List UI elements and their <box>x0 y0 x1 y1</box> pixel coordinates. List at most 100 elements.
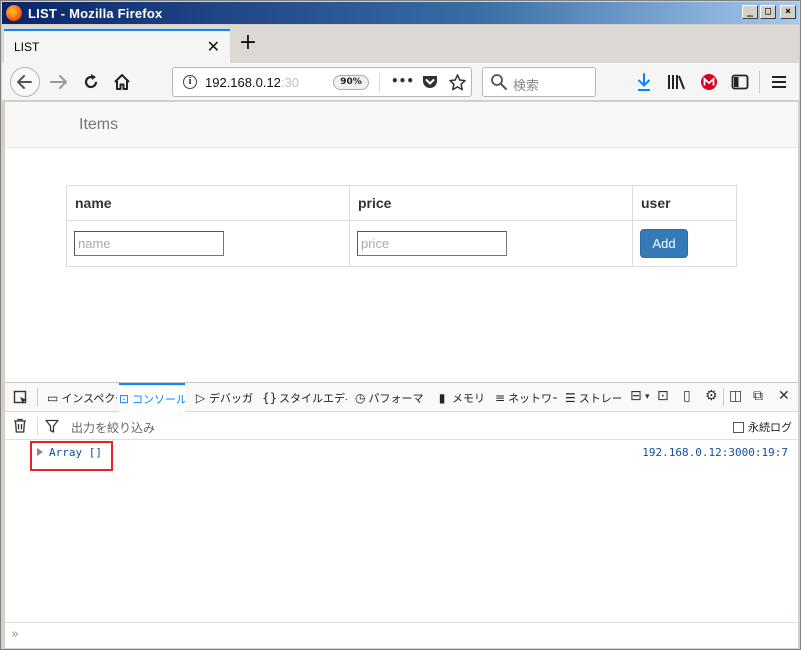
tab-memory[interactable]: ▮ メモリ <box>435 383 485 412</box>
settings-gear-icon[interactable]: ⚙ <box>705 388 718 404</box>
tab-style-editor[interactable]: {}スタイルエディタ <box>262 383 347 412</box>
items-table: name price user Add <box>66 185 737 267</box>
tab-label: スタイルエディタ <box>279 391 347 405</box>
debugger-icon: ▷ <box>195 390 206 405</box>
devtools-panel: ▭インスペクタ ⊡コンソール ▷デバッガ {}スタイルエディタ ◷パフォーマンス… <box>5 382 798 648</box>
separate-window-icon[interactable]: ⧉ <box>753 388 763 404</box>
close-window-button[interactable]: × <box>780 5 796 19</box>
style-editor-icon: {} <box>262 390 278 405</box>
toolbar-separator <box>759 71 760 93</box>
tab-debugger[interactable]: ▷ デバッガ <box>195 383 253 412</box>
url-bar[interactable]: i 192.168.0.12:30 90% ••• <box>172 67 472 97</box>
window-controls: _ □ × <box>742 5 796 19</box>
filter-icon <box>45 419 59 433</box>
title-bar: LIST - Mozilla Firefox _ □ × <box>2 2 799 24</box>
console-icon: ⊡ <box>119 391 130 406</box>
url-text: 192.168.0.12:30 <box>205 75 299 90</box>
scratchpad-icon[interactable]: ⊡ <box>657 388 669 404</box>
tab-label: メモリ <box>452 391 485 405</box>
new-tab-button[interactable]: + <box>236 29 260 57</box>
network-icon: ≡ <box>495 390 506 405</box>
tab-close-icon[interactable]: ✕ <box>207 37 220 56</box>
bookmark-star-icon[interactable] <box>448 73 467 92</box>
log-source-location[interactable]: 192.168.0.12:3000:19:7 <box>642 446 788 459</box>
tab-network[interactable]: ≡ネットワーク <box>495 383 557 412</box>
log-message[interactable]: Array [] <box>49 446 102 459</box>
console-prompt-icon: » <box>11 627 19 642</box>
search-icon <box>491 74 507 90</box>
browser-window: LIST - Mozilla Firefox _ □ × LIST ✕ + i … <box>0 0 801 650</box>
chevron-down-icon[interactable]: ▾ <box>645 392 650 402</box>
user-cell: Add <box>632 220 737 267</box>
responsive-mode-icon[interactable]: ▯ <box>683 388 691 404</box>
tab-strip: LIST ✕ + <box>2 25 799 63</box>
price-cell <box>349 220 633 267</box>
page-actions-icon[interactable]: ••• <box>391 74 414 88</box>
restore-button[interactable]: □ <box>760 5 776 19</box>
firefox-logo-icon <box>6 5 22 21</box>
persist-logs-toggle[interactable]: 永続ログ <box>733 419 792 435</box>
persist-logs-label: 永続ログ <box>748 421 792 434</box>
extension-icon[interactable] <box>700 73 718 91</box>
tab-performance[interactable]: ◷パフォーマンス <box>355 383 425 412</box>
tab-list[interactable]: LIST ✕ <box>4 29 230 63</box>
toolbar-divider <box>723 388 724 406</box>
tab-inspector[interactable]: ▭インスペクタ <box>47 383 117 412</box>
add-button[interactable]: Add <box>640 229 688 258</box>
window-title: LIST - Mozilla Firefox <box>28 5 163 21</box>
devtools-toolbar: ▭インスペクタ ⊡コンソール ▷デバッガ {}スタイルエディタ ◷パフォーマンス… <box>5 383 798 412</box>
site-info-icon[interactable]: i <box>183 75 197 89</box>
search-bar[interactable]: 検索 <box>482 67 596 97</box>
console-log-row: Array [] 192.168.0.12:3000:19:7 <box>5 441 798 471</box>
tab-storage[interactable]: ☰ストレージ <box>565 383 621 412</box>
tab-label: パフォーマンス <box>368 391 425 405</box>
console-input[interactable]: » <box>5 622 798 648</box>
filter-input[interactable]: 出力を絞り込み <box>71 419 155 436</box>
downloads-icon[interactable] <box>636 72 652 92</box>
column-header-price: price <box>349 185 633 221</box>
inspector-icon: ▭ <box>47 390 59 405</box>
sidebar-icon[interactable] <box>731 73 749 91</box>
tab-label: ネットワーク <box>508 391 557 405</box>
clear-console-icon[interactable] <box>13 418 27 433</box>
column-header-name: name <box>66 185 350 221</box>
memory-icon: ▮ <box>438 390 446 405</box>
reload-icon[interactable] <box>81 72 101 92</box>
nav-bar: i 192.168.0.12:30 90% ••• 検索 <box>2 63 799 101</box>
back-arrow-icon <box>17 75 32 89</box>
filter-divider <box>37 417 38 435</box>
search-placeholder: 検索 <box>513 79 540 94</box>
library-icon[interactable] <box>666 73 686 91</box>
element-picker-icon[interactable] <box>13 390 29 406</box>
tab-label: インスペクタ <box>61 391 117 405</box>
persist-logs-checkbox[interactable] <box>733 421 744 433</box>
forward-arrow-icon[interactable] <box>48 72 70 92</box>
back-button[interactable] <box>10 67 40 97</box>
console-filter-bar: 出力を絞り込み 永続ログ <box>5 412 798 440</box>
tab-label: LIST <box>14 40 40 54</box>
zoom-level-badge[interactable]: 90% <box>333 75 369 90</box>
expand-arrow-icon[interactable] <box>37 448 43 456</box>
dock-side-icon[interactable]: ◫ <box>729 388 742 404</box>
app-navbar: Items <box>5 102 798 148</box>
toolbar-divider <box>37 388 38 406</box>
performance-icon: ◷ <box>355 390 366 405</box>
page-content: Items name price user name price Add <box>5 102 798 382</box>
close-devtools-icon[interactable]: ✕ <box>778 388 790 404</box>
tab-label: コンソール <box>132 392 185 406</box>
tab-console[interactable]: ⊡ コンソール <box>119 383 185 412</box>
home-icon[interactable] <box>112 72 132 92</box>
hamburger-menu-icon[interactable] <box>771 74 787 90</box>
price-input[interactable] <box>357 231 507 256</box>
url-separator <box>379 73 380 93</box>
minimize-button[interactable]: _ <box>742 5 758 19</box>
tab-label: デバッガ <box>209 391 253 405</box>
layout-toggle-icon[interactable]: ⊟ <box>630 388 642 404</box>
navbar-brand[interactable]: Items <box>79 116 118 134</box>
pocket-icon[interactable] <box>421 74 439 91</box>
name-input[interactable] <box>74 231 224 256</box>
name-cell <box>66 220 350 267</box>
table-row: Add <box>66 220 737 267</box>
column-header-user: user <box>632 185 737 221</box>
tab-label: ストレージ <box>578 391 621 405</box>
